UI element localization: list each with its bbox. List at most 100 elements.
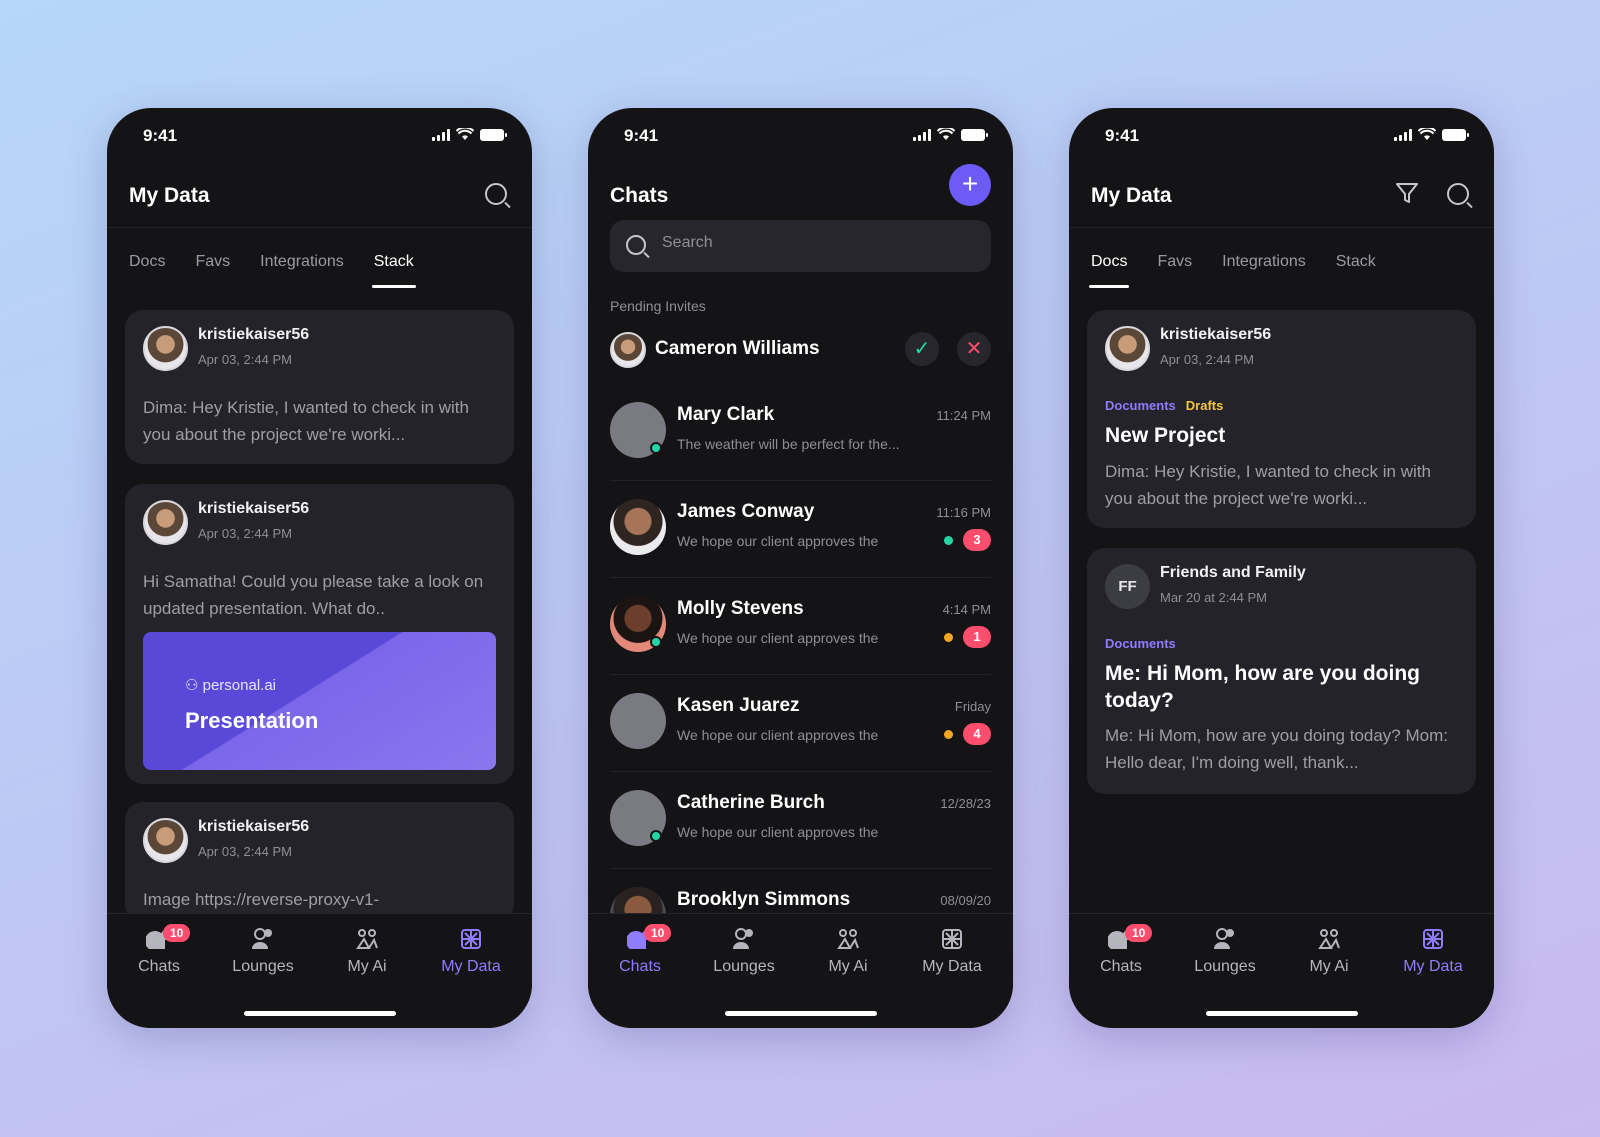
username: kristiekaiser56 (198, 326, 310, 343)
nav-chats[interactable]: 10 Chats (590, 924, 690, 976)
tag-drafts[interactable]: Drafts (1186, 398, 1224, 413)
nav-label: Chats (1100, 958, 1142, 975)
tab-stack[interactable]: Stack (371, 248, 416, 288)
chat-preview: The weather will be perfect for the... (677, 436, 900, 452)
chat-name: Brooklyn Simmons (677, 889, 851, 910)
online-indicator (650, 830, 662, 842)
doc-card[interactable]: kristiekaiser56 Apr 03, 2:44 PM Hi Samat… (125, 484, 514, 784)
wifi-icon (1418, 128, 1436, 140)
avatar (1105, 326, 1150, 371)
nav-my-ai[interactable]: My Ai (1279, 924, 1379, 976)
chat-time: 11:24 PM (936, 408, 991, 423)
online-indicator (650, 636, 662, 648)
nav-lounges[interactable]: Lounges (694, 924, 794, 976)
search-bar[interactable] (610, 220, 991, 272)
nav-my-data[interactable]: My Data (902, 924, 1002, 976)
tag-documents[interactable]: Documents (1105, 636, 1176, 651)
home-indicator[interactable] (243, 1011, 396, 1016)
accept-button[interactable]: ✓ (905, 332, 939, 366)
nav-my-ai[interactable]: My Ai (798, 924, 898, 976)
search-button[interactable] (1444, 180, 1474, 210)
nav-chats[interactable]: 10 Chats (1071, 924, 1171, 976)
nav-label: Chats (619, 958, 661, 975)
page-title: My Data (129, 184, 210, 207)
signal-icon (432, 128, 450, 141)
filter-button[interactable] (1394, 180, 1424, 210)
pending-invites-label: Pending Invites (610, 298, 706, 314)
battery-icon (480, 128, 507, 141)
battery-icon (1442, 128, 1469, 141)
tab-docs[interactable]: Docs (1088, 248, 1130, 288)
card-user: kristiekaiser56 Apr 03, 2:44 PM (1105, 326, 1271, 371)
tab-integrations[interactable]: Integrations (260, 248, 344, 288)
status-bar: 9:41 (107, 108, 532, 158)
nav-label: My Data (441, 958, 501, 975)
chat-row[interactable]: Molly Stevens We hope our client approve… (610, 578, 991, 675)
nav-lounges[interactable]: Lounges (1175, 924, 1275, 976)
tab-favs[interactable]: Favs (195, 248, 230, 288)
card-body: Image https://reverse-proxy-v1- (143, 890, 380, 909)
bottom-nav: 10 Chats Lounges My Ai My Data (107, 913, 532, 1028)
avatar: FF (1105, 564, 1150, 609)
doc-card[interactable]: kristiekaiser56 Apr 03, 2:44 PM Dima: He… (125, 310, 514, 464)
avatar (610, 499, 666, 555)
chat-row[interactable]: Kasen Juarez We hope our client approves… (610, 675, 991, 772)
status-time: 9:41 (624, 126, 659, 145)
unread-badge: 4 (963, 723, 991, 745)
username: Friends and Family (1160, 564, 1306, 581)
chat-row[interactable]: Catherine Burch We hope our client appro… (610, 772, 991, 869)
card-user: FF Friends and Family Mar 20 at 2:44 PM (1105, 564, 1306, 609)
people-icon (1214, 928, 1234, 949)
invite-name: Cameron Williams (655, 338, 820, 359)
wifi-icon (456, 128, 474, 140)
nav-lounges[interactable]: Lounges (213, 924, 313, 976)
page-title: Chats (610, 184, 669, 207)
chat-preview: We hope our client approves the (677, 824, 879, 840)
tag-list: Documents (1105, 636, 1176, 651)
tab-docs[interactable]: Docs (129, 248, 165, 288)
doc-card[interactable]: kristiekaiser56 Apr 03, 2:44 PM Image ht… (125, 802, 514, 922)
tab-favs[interactable]: Favs (1157, 248, 1192, 288)
status-time: 9:41 (1105, 126, 1140, 145)
tag-documents[interactable]: Documents (1105, 398, 1176, 413)
chat-row[interactable]: Mary Clark The weather will be perfect f… (610, 384, 991, 481)
status-dot (944, 536, 953, 545)
filter-icon (1396, 183, 1418, 203)
search-input[interactable] (662, 234, 942, 252)
search-icon (485, 183, 507, 205)
status-bar: 9:41 (1069, 108, 1494, 158)
nav-my-data[interactable]: My Data (421, 924, 521, 976)
nav-label: Chats (138, 958, 180, 975)
nav-chats[interactable]: 10 Chats (109, 924, 209, 976)
status-bar: 9:41 (588, 108, 1013, 158)
doc-card[interactable]: kristiekaiser56 Apr 03, 2:44 PM Document… (1087, 310, 1476, 528)
nav-label: Lounges (713, 958, 775, 975)
home-indicator[interactable] (724, 1011, 877, 1016)
tab-stack[interactable]: Stack (1336, 248, 1376, 288)
tab-integrations[interactable]: Integrations (1222, 248, 1306, 288)
home-indicator[interactable] (1205, 1011, 1358, 1016)
nav-my-ai[interactable]: My Ai (317, 924, 417, 976)
card-user: kristiekaiser56 Apr 03, 2:44 PM (143, 326, 309, 371)
tab-bar: Docs Favs Integrations Stack (1088, 248, 1472, 288)
new-chat-button[interactable]: + (949, 164, 991, 206)
nav-label: Lounges (1194, 958, 1256, 975)
username: kristiekaiser56 (1160, 326, 1272, 343)
avatar (610, 332, 646, 368)
phone-my-data-docs: 9:41 My Data Docs Favs Integrations Stac… (1069, 108, 1494, 1028)
nav-my-data[interactable]: My Data (1383, 924, 1483, 976)
people-icon (733, 928, 753, 949)
status-dot (944, 633, 953, 642)
search-button[interactable] (482, 180, 512, 210)
bottom-nav: 10 Chats Lounges My Ai My Data (1069, 913, 1494, 1028)
chats-badge: 10 (1125, 924, 1153, 942)
chat-name: James Conway (677, 501, 815, 522)
nav-label: My Data (1403, 958, 1463, 975)
presentation-title: Presentation (185, 708, 319, 733)
brand-name: personal.ai (202, 677, 277, 694)
chats-badge: 10 (163, 924, 191, 942)
chat-row[interactable]: James Conway We hope our client approves… (610, 481, 991, 578)
decline-button[interactable]: ✕ (957, 332, 991, 366)
doc-card[interactable]: FF Friends and Family Mar 20 at 2:44 PM … (1087, 548, 1476, 794)
presentation-preview[interactable]: ⚇ personal.ai Presentation (143, 632, 496, 770)
